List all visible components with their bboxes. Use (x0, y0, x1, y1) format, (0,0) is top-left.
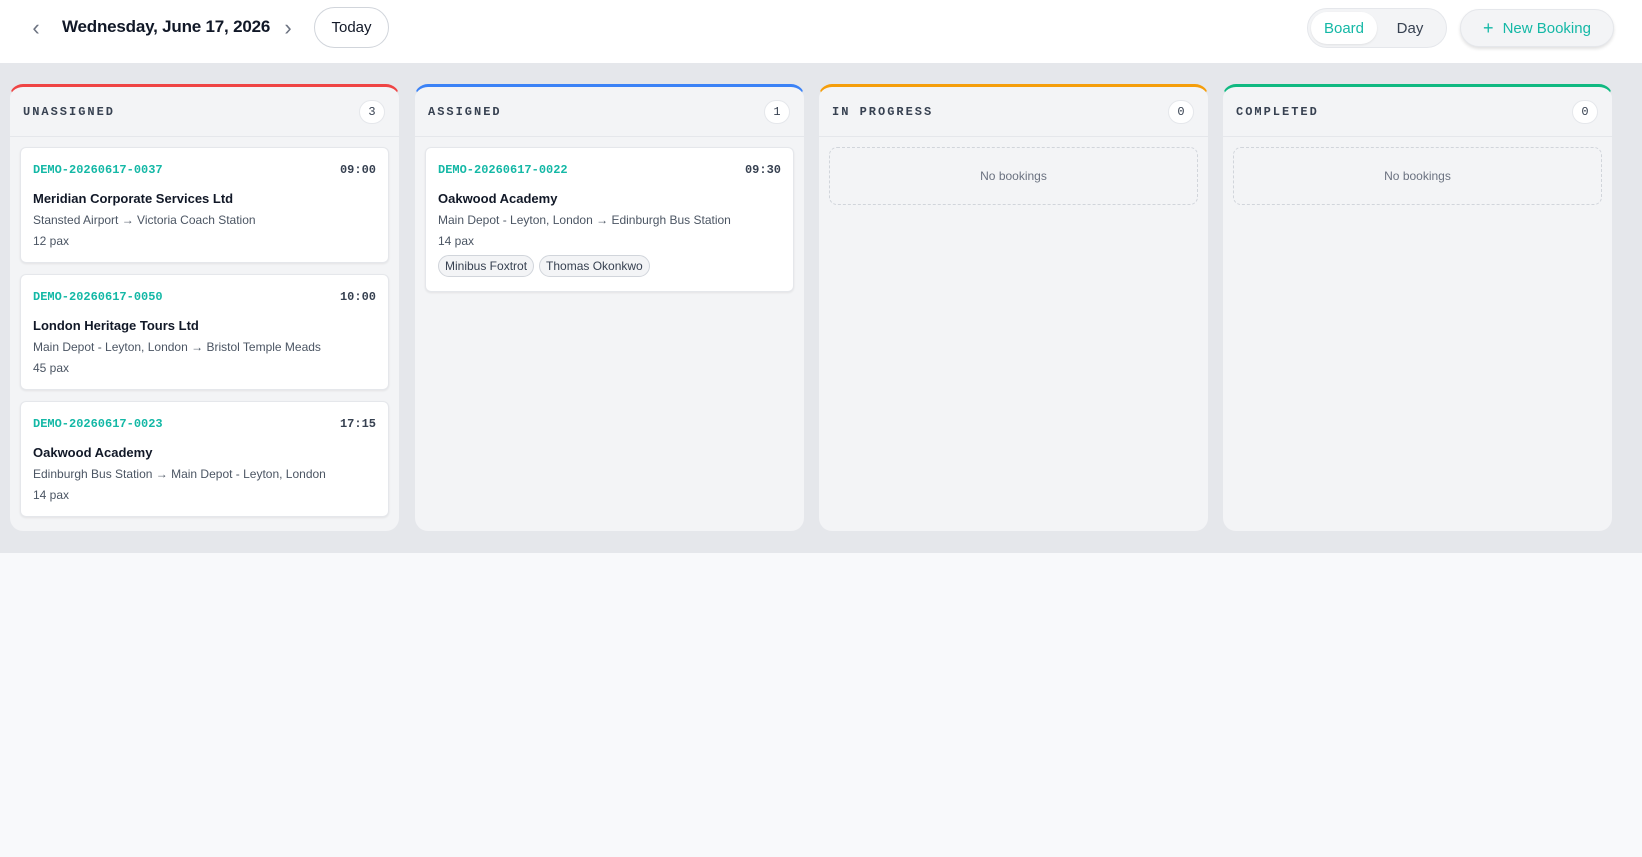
column-count-badge: 0 (1572, 99, 1598, 124)
empty-state: No bookings (829, 147, 1198, 205)
new-booking-label: New Booking (1502, 19, 1591, 37)
booking-route: Edinburgh Bus Station → Main Depot - Ley… (33, 467, 326, 481)
booking-time: 09:00 (339, 163, 376, 177)
client-name: Oakwood Academy (438, 191, 558, 206)
booking-card[interactable]: DEMO-20260617-0037 09:00 Meridian Corporat… (20, 147, 389, 263)
plus-icon: + (1483, 18, 1494, 38)
booking-time: 10:00 (339, 290, 376, 304)
booking-route: Main Depot - Leyton, London → Edinburgh … (438, 213, 731, 227)
toolbar: ‹ Wednesday, June 17, 2026 › Today Board… (0, 0, 1642, 63)
chevron-left-icon[interactable]: ‹ (22, 14, 50, 42)
column-title: UNASSIGNED (23, 104, 116, 119)
card-header: DEMO-20260617-0050 10:00 (33, 290, 376, 304)
column-count-badge: 0 (1168, 99, 1194, 124)
column-assigned: ASSIGNED 1 DEMO-20260617-0022 09:30 Oakwood … (414, 84, 805, 532)
passenger-count: 14 pax (438, 234, 475, 248)
card-header: DEMO-20260617-0023 17:15 (33, 417, 376, 431)
passenger-count: 12 pax (33, 234, 70, 248)
view-day-button[interactable]: Day (1377, 12, 1443, 44)
column-title: COMPLETED (1236, 104, 1319, 119)
new-booking-button[interactable]: + New Booking (1460, 9, 1614, 47)
column-completed: COMPLETED 0 No bookings (1222, 84, 1613, 532)
column-count-badge: 3 (359, 99, 385, 124)
vehicle-chip: Minibus Foxtrot (438, 255, 535, 277)
booking-ref: DEMO-20260617-0023 (33, 417, 163, 431)
column-title: ASSIGNED (428, 104, 502, 119)
driver-chip: Thomas Okonkwo (539, 255, 650, 277)
column-body: No bookings (1223, 137, 1612, 205)
column-header: UNASSIGNED 3 (10, 87, 399, 137)
column-in-progress: IN PROGRESS 0 No bookings (818, 84, 1209, 532)
card-header: DEMO-20260617-0037 09:00 (33, 163, 376, 177)
board: UNASSIGNED 3 DEMO-20260617-0037 09:00 Meridi… (0, 63, 1642, 553)
booking-ref: DEMO-20260617-0037 (33, 163, 163, 177)
column-body: DEMO-20260617-0037 09:00 Meridian Corporat… (10, 137, 399, 517)
booking-time: 17:15 (339, 417, 376, 431)
view-toggle: Board Day (1307, 8, 1447, 48)
assignment-chips: Minibus Foxtrot Thomas Okonkwo (438, 255, 781, 277)
booking-time: 09:30 (744, 163, 781, 177)
column-count-badge: 1 (764, 99, 790, 124)
booking-ref: DEMO-20260617-0050 (33, 290, 163, 304)
client-name: London Heritage Tours Ltd (33, 318, 199, 333)
column-header: COMPLETED 0 (1223, 87, 1612, 137)
empty-state: No bookings (1233, 147, 1602, 205)
client-name: Meridian Corporate Services Ltd (33, 191, 234, 206)
booking-ref: DEMO-20260617-0022 (438, 163, 568, 177)
column-header: IN PROGRESS 0 (819, 87, 1208, 137)
chevron-right-icon[interactable]: › (274, 14, 302, 42)
column-title: IN PROGRESS (832, 104, 934, 119)
booking-route: Main Depot - Leyton, London → Bristol Te… (33, 340, 321, 354)
client-name: Oakwood Academy (33, 445, 153, 460)
card-header: DEMO-20260617-0022 09:30 (438, 163, 781, 177)
booking-route: Stansted Airport → Victoria Coach Statio… (33, 213, 256, 227)
column-header: ASSIGNED 1 (415, 87, 804, 137)
column-body: No bookings (819, 137, 1208, 205)
booking-card[interactable]: DEMO-20260617-0022 09:30 Oakwood Academy Ma… (425, 147, 794, 292)
column-body: DEMO-20260617-0022 09:30 Oakwood Academy Ma… (415, 137, 804, 292)
column-unassigned: UNASSIGNED 3 DEMO-20260617-0037 09:00 Meridi… (9, 84, 400, 532)
passenger-count: 14 pax (33, 488, 70, 502)
passenger-count: 45 pax (33, 361, 70, 375)
view-board-button[interactable]: Board (1311, 12, 1377, 44)
page-title: Wednesday, June 17, 2026 (62, 17, 271, 36)
booking-card[interactable]: DEMO-20260617-0023 17:15 Oakwood Academy Ed… (20, 401, 389, 517)
today-button[interactable]: Today (314, 7, 389, 48)
booking-card[interactable]: DEMO-20260617-0050 10:00 London Heritage T… (20, 274, 389, 390)
